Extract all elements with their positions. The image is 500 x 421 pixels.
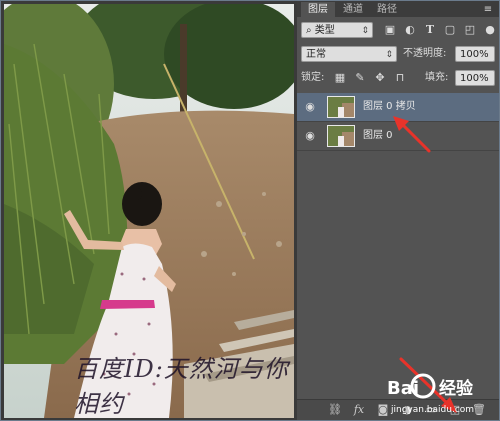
brand-logo: Bai 经验 jingyan.baidu.com xyxy=(387,366,497,418)
annotation-arrows xyxy=(393,116,457,413)
svg-text:经验: 经验 xyxy=(439,378,474,399)
svg-text:jingyan.baidu.com: jingyan.baidu.com xyxy=(390,405,474,415)
svg-text:Bai: Bai xyxy=(387,378,419,399)
app-window: 百度ID:天然河与你相约 图层 通道 路径 ≡ ⌕ 类型 ⇕ ▣ ◐ T ▢ ◰… xyxy=(0,0,500,421)
